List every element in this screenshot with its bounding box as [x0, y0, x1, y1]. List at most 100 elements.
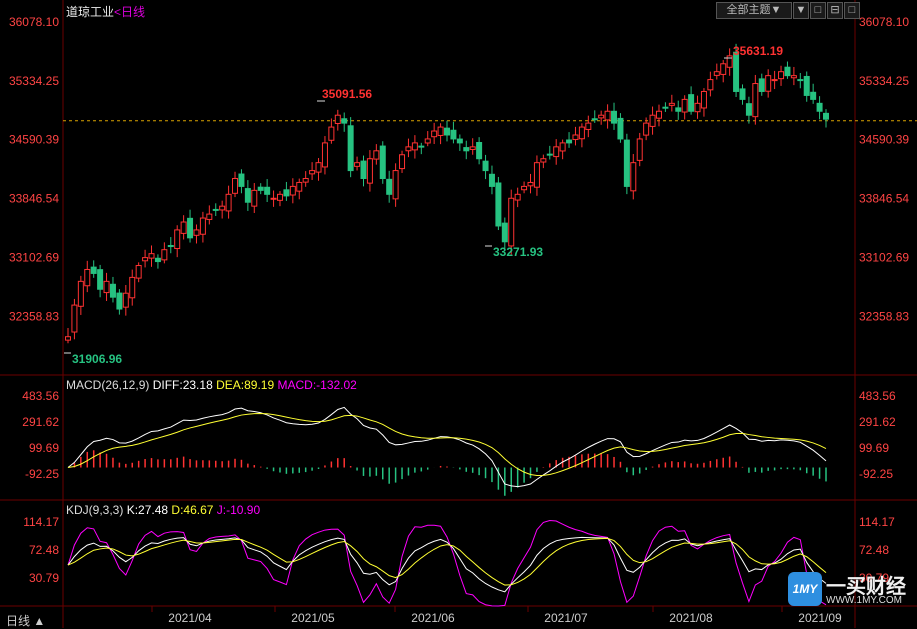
candle-body: [476, 142, 483, 160]
candle-body: [456, 138, 463, 144]
price-tick-right: 36078.10: [859, 15, 909, 29]
candle-body: [418, 145, 425, 148]
candle-body: [700, 90, 707, 109]
candle-body: [379, 145, 386, 179]
candle-body: [193, 229, 200, 236]
kdj-j-line: [67, 520, 827, 607]
candle-body: [161, 249, 168, 261]
candle-body: [482, 160, 489, 172]
theme-dropdown[interactable]: 全部主题▼: [716, 2, 792, 19]
candle-body: [309, 170, 316, 175]
macd-dea-line: [67, 412, 827, 476]
candle-body: [553, 146, 560, 158]
period-selector-label: 日线 ▲: [6, 614, 46, 628]
macd-tick-right: 483.56: [859, 389, 896, 403]
candle-body: [405, 146, 412, 152]
candle-body: [495, 182, 502, 227]
chart-grid: [0, 0, 917, 628]
month-label: 2021/05: [291, 611, 335, 625]
candle-body: [167, 245, 174, 248]
split-button[interactable]: ⊟: [827, 2, 843, 19]
candle-body: [431, 130, 438, 138]
candle-body: [129, 276, 136, 299]
candle-body: [437, 126, 444, 136]
kdj-header: KDJ(9,3,3) K:27.48 D:46.67 J:-10.90: [66, 503, 260, 517]
candle-body: [514, 193, 521, 201]
down-arrow-icon: ▼: [795, 4, 807, 16]
candle-body: [341, 118, 348, 124]
candle-body: [354, 162, 361, 167]
candle-body: [739, 88, 746, 100]
period-selector[interactable]: 日线 ▲: [6, 612, 45, 629]
candle-body: [617, 117, 624, 140]
candle-body: [713, 71, 720, 76]
candle-body: [148, 253, 155, 259]
candle-body: [752, 83, 759, 118]
macd-dea-value: DEA:89.19: [216, 378, 275, 392]
candle-body: [219, 205, 226, 211]
macd-tick-right: -92.25: [859, 467, 893, 481]
candle-body: [720, 63, 727, 75]
nav-down-button[interactable]: ▼: [793, 2, 809, 19]
candle-body: [270, 197, 277, 200]
restore-button[interactable]: □: [810, 2, 826, 19]
candle-body: [238, 173, 245, 187]
candle-body: [65, 336, 71, 341]
macd-tick-left: 483.56: [22, 389, 59, 403]
candle-body: [463, 147, 470, 152]
candle-body: [778, 71, 785, 80]
candle-body: [142, 257, 149, 262]
candle-body: [244, 188, 251, 203]
candlestick-series: [65, 43, 829, 344]
candle-body: [681, 98, 688, 113]
candle-body: [572, 134, 579, 141]
instrument-title: 道琼工业<日线: [66, 3, 145, 20]
candle-body: [591, 118, 598, 121]
candle-body: [694, 102, 701, 113]
month-label: 2021/08: [669, 611, 713, 625]
candle-body: [668, 102, 675, 106]
candle-body: [411, 142, 418, 151]
kdj-tick-right: 114.17: [859, 515, 895, 529]
macd-diff-line: [67, 406, 827, 488]
candle-body: [103, 280, 110, 294]
period-prefix: <: [114, 5, 122, 19]
annotation-low-1: 31906.96: [72, 352, 122, 366]
kdj-d-value: D:46.67: [171, 503, 214, 517]
candle-body: [232, 177, 239, 194]
macd-tick-left: 291.62: [22, 415, 59, 429]
candle-body: [174, 229, 181, 250]
candle-body: [257, 186, 264, 191]
macd-tick-left: -92.25: [25, 467, 59, 481]
month-label: 2021/04: [168, 611, 212, 625]
annotation-high-2: 35631.19: [733, 44, 783, 58]
kdj-panel: [67, 520, 827, 607]
maximize-button[interactable]: □: [844, 2, 860, 19]
candle-body: [578, 126, 585, 140]
candle-body: [199, 217, 206, 235]
candle-body: [585, 122, 592, 130]
price-tick-left: 34590.39: [9, 133, 59, 147]
candle-body: [360, 160, 367, 179]
candle-body: [212, 208, 219, 211]
candle-body: [745, 103, 752, 116]
candle-body: [790, 75, 797, 79]
axis-labels: 36078.10 36078.10 35334.25 35334.25 34590.39…: [9, 15, 909, 625]
theme-dropdown-label: 全部主题▼: [726, 4, 782, 16]
candle-body: [810, 91, 817, 100]
candle-body: [315, 162, 322, 173]
candle-body: [662, 106, 669, 109]
macd-tick-right: 291.62: [859, 415, 896, 429]
candle-body: [559, 142, 566, 152]
price-tick-right: 33846.54: [859, 192, 909, 206]
kdj-title: KDJ(9,3,3): [66, 503, 124, 517]
candle-body: [611, 110, 618, 124]
candle-body: [598, 114, 605, 119]
candle-body: [187, 217, 194, 239]
candle-body: [630, 162, 637, 192]
candle-body: [399, 154, 406, 170]
candle-body: [77, 280, 84, 307]
maximize-icon: □: [848, 4, 856, 16]
price-tick-left: 35334.25: [9, 74, 59, 88]
candle-body: [116, 292, 123, 310]
